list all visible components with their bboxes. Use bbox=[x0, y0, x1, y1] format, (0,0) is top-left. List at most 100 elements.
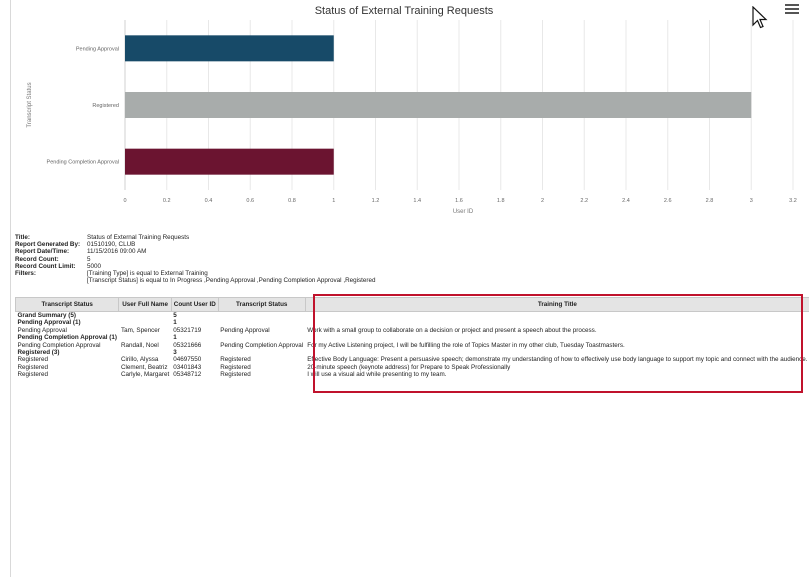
table-cell bbox=[218, 319, 305, 326]
group-summary-row: Pending Completion Approval (1) 1 bbox=[16, 334, 809, 341]
column-header[interactable]: Transcript Status bbox=[217, 297, 306, 312]
table-cell: Pending Approval bbox=[17, 326, 67, 334]
x-tick-label: 0.8 bbox=[288, 198, 296, 204]
metadata-key: Report Date/Time: bbox=[15, 248, 70, 256]
table-row: Registered Cirillo, Alyssa 04697550 Registe… bbox=[16, 356, 809, 363]
table-cell: Pending Completion Approval (1) bbox=[17, 334, 117, 342]
hamburger-menu-icon[interactable] bbox=[785, 4, 799, 16]
group-summary-row: Registered (3) 3 bbox=[16, 349, 809, 356]
x-tick-label: 3.2 bbox=[789, 198, 797, 204]
x-tick-label: 1.6 bbox=[455, 198, 463, 204]
table-cell: Cirillo, Alyssa bbox=[120, 356, 159, 364]
metadata-value: 01510190, CLUB bbox=[87, 241, 136, 249]
bar-chart: Status of External Training Requests 0 0.2… bbox=[0, 0, 809, 222]
metadata-row: Report Date/Time: 11/15/2016 09:00 AM bbox=[15, 248, 376, 255]
table-cell: 05321719 bbox=[173, 326, 202, 334]
x-tick-label: 0.2 bbox=[163, 198, 171, 204]
table-cell: For my Active Listening project, I will … bbox=[307, 341, 625, 349]
bar bbox=[125, 92, 752, 118]
table-cell bbox=[218, 334, 305, 341]
x-tick-label: 1 bbox=[332, 198, 335, 204]
x-tick-label: 0 bbox=[123, 198, 126, 204]
table-cell: Effective Body Language: Present a persu… bbox=[307, 356, 808, 364]
table-cell: Pending Approval bbox=[220, 326, 270, 334]
x-tick-label: 2.6 bbox=[664, 198, 672, 204]
x-tick-label: 1.4 bbox=[413, 198, 421, 204]
metadata-row: [Transcript Status] is equal to In Progr… bbox=[15, 277, 376, 284]
table-header-row: Transcript Status User Full Name Count Use… bbox=[14, 297, 809, 312]
bar bbox=[125, 35, 334, 62]
table-cell bbox=[119, 334, 171, 341]
x-tick-label: 0.4 bbox=[205, 198, 213, 204]
table-cell: Registered bbox=[220, 363, 251, 371]
table-cell bbox=[218, 312, 305, 320]
y-category-label: Pending Approval bbox=[76, 46, 119, 52]
table-cell: 1 bbox=[173, 334, 177, 342]
table-cell: Pending Approval (1) bbox=[17, 319, 81, 327]
y-category-label: Pending Completion Approval bbox=[47, 160, 119, 166]
table-cell: 05321666 bbox=[173, 341, 202, 349]
group-summary-row: Grand Summary (5) 5 bbox=[16, 312, 809, 320]
table-cell: Randall, Noel bbox=[120, 341, 159, 349]
table-cell bbox=[305, 312, 809, 320]
metadata-value: [Transcript Status] is equal to In Progr… bbox=[87, 277, 376, 285]
x-tick-label: 2.8 bbox=[706, 198, 714, 204]
table-cell: Pending Completion Approval bbox=[220, 341, 304, 349]
x-tick-label: 1.2 bbox=[372, 198, 380, 204]
table-row: Pending Completion Approval Randall, Noel… bbox=[16, 342, 809, 349]
x-tick-label: 2 bbox=[541, 198, 544, 204]
column-header[interactable]: Training Title bbox=[304, 297, 809, 312]
table-row: Registered Clement, Beatriz 03401843 Regist… bbox=[16, 364, 809, 371]
table-cell: 20-minute speech (keynote address) for P… bbox=[307, 363, 511, 371]
x-tick-label: 1.8 bbox=[497, 198, 505, 204]
metadata-key bbox=[15, 277, 87, 284]
bar bbox=[125, 148, 334, 175]
table-cell: 03401843 bbox=[173, 363, 202, 371]
metadata-row: Filters: [Training Type] is equal to Exte… bbox=[15, 270, 376, 277]
table-cell bbox=[305, 349, 809, 356]
table-cell: Registered bbox=[17, 371, 48, 379]
report-metadata: Title: Status of External Training Reques… bbox=[15, 234, 376, 284]
metadata-value: Status of External Training Requests bbox=[87, 234, 190, 241]
metadata-key: Title: bbox=[15, 234, 30, 241]
metadata-key: Record Count: bbox=[15, 255, 59, 263]
table-cell bbox=[305, 334, 809, 341]
y-axis-title: Transcript Status bbox=[27, 82, 33, 127]
metadata-key: Record Count Limit: bbox=[15, 262, 76, 270]
table-cell bbox=[119, 319, 171, 326]
x-axis-title: User ID bbox=[453, 209, 474, 215]
table-cell bbox=[218, 349, 305, 356]
report-table: Transcript Status User Full Name Count Use… bbox=[14, 297, 809, 379]
table-row: Pending Approval Tam, Spencer 05321719 Pend… bbox=[16, 327, 809, 334]
column-header[interactable]: Transcript Status bbox=[14, 297, 120, 312]
chart-svg: Status of External Training Requests 0 0.2… bbox=[27, 5, 797, 215]
metadata-value: 11/15/2016 09:00 AM bbox=[87, 248, 147, 256]
table-cell: Work with a small group to collaborate o… bbox=[307, 326, 597, 334]
table-cell: I will use a visual aid while presenting… bbox=[307, 371, 447, 379]
table-cell: 04697550 bbox=[173, 356, 202, 364]
table-cell: 5 bbox=[173, 312, 177, 319]
x-tick-label: 3 bbox=[750, 198, 753, 204]
y-category-label: Registered bbox=[92, 103, 119, 109]
table-cell: Tam, Spencer bbox=[120, 326, 160, 334]
metadata-value: 5000 bbox=[87, 262, 102, 270]
table-cell: 1 bbox=[173, 319, 177, 327]
table-cell bbox=[119, 349, 171, 356]
chart-title: Status of External Training Requests bbox=[315, 5, 494, 17]
metadata-row: Record Count Limit: 5000 bbox=[15, 263, 376, 270]
table-cell: Registered bbox=[220, 356, 251, 364]
x-tick-label: 0.6 bbox=[246, 198, 254, 204]
column-header[interactable]: Count User ID bbox=[170, 297, 219, 312]
table-cell bbox=[305, 319, 809, 326]
table-cell: Pending Completion Approval bbox=[17, 341, 101, 349]
table-cell: 3 bbox=[173, 349, 177, 357]
x-tick-label: 2.4 bbox=[622, 198, 630, 204]
group-summary-row: Pending Approval (1) 1 bbox=[16, 319, 809, 326]
metadata-row: Record Count: 5 bbox=[15, 256, 376, 263]
column-header[interactable]: User Full Name bbox=[118, 297, 172, 312]
metadata-value: [Training Type] is equal to External Tra… bbox=[87, 270, 208, 278]
table-cell bbox=[119, 312, 171, 320]
metadata-value: 5 bbox=[87, 255, 91, 263]
table-cell: Registered bbox=[17, 356, 48, 364]
table-cell: Registered bbox=[220, 371, 251, 379]
